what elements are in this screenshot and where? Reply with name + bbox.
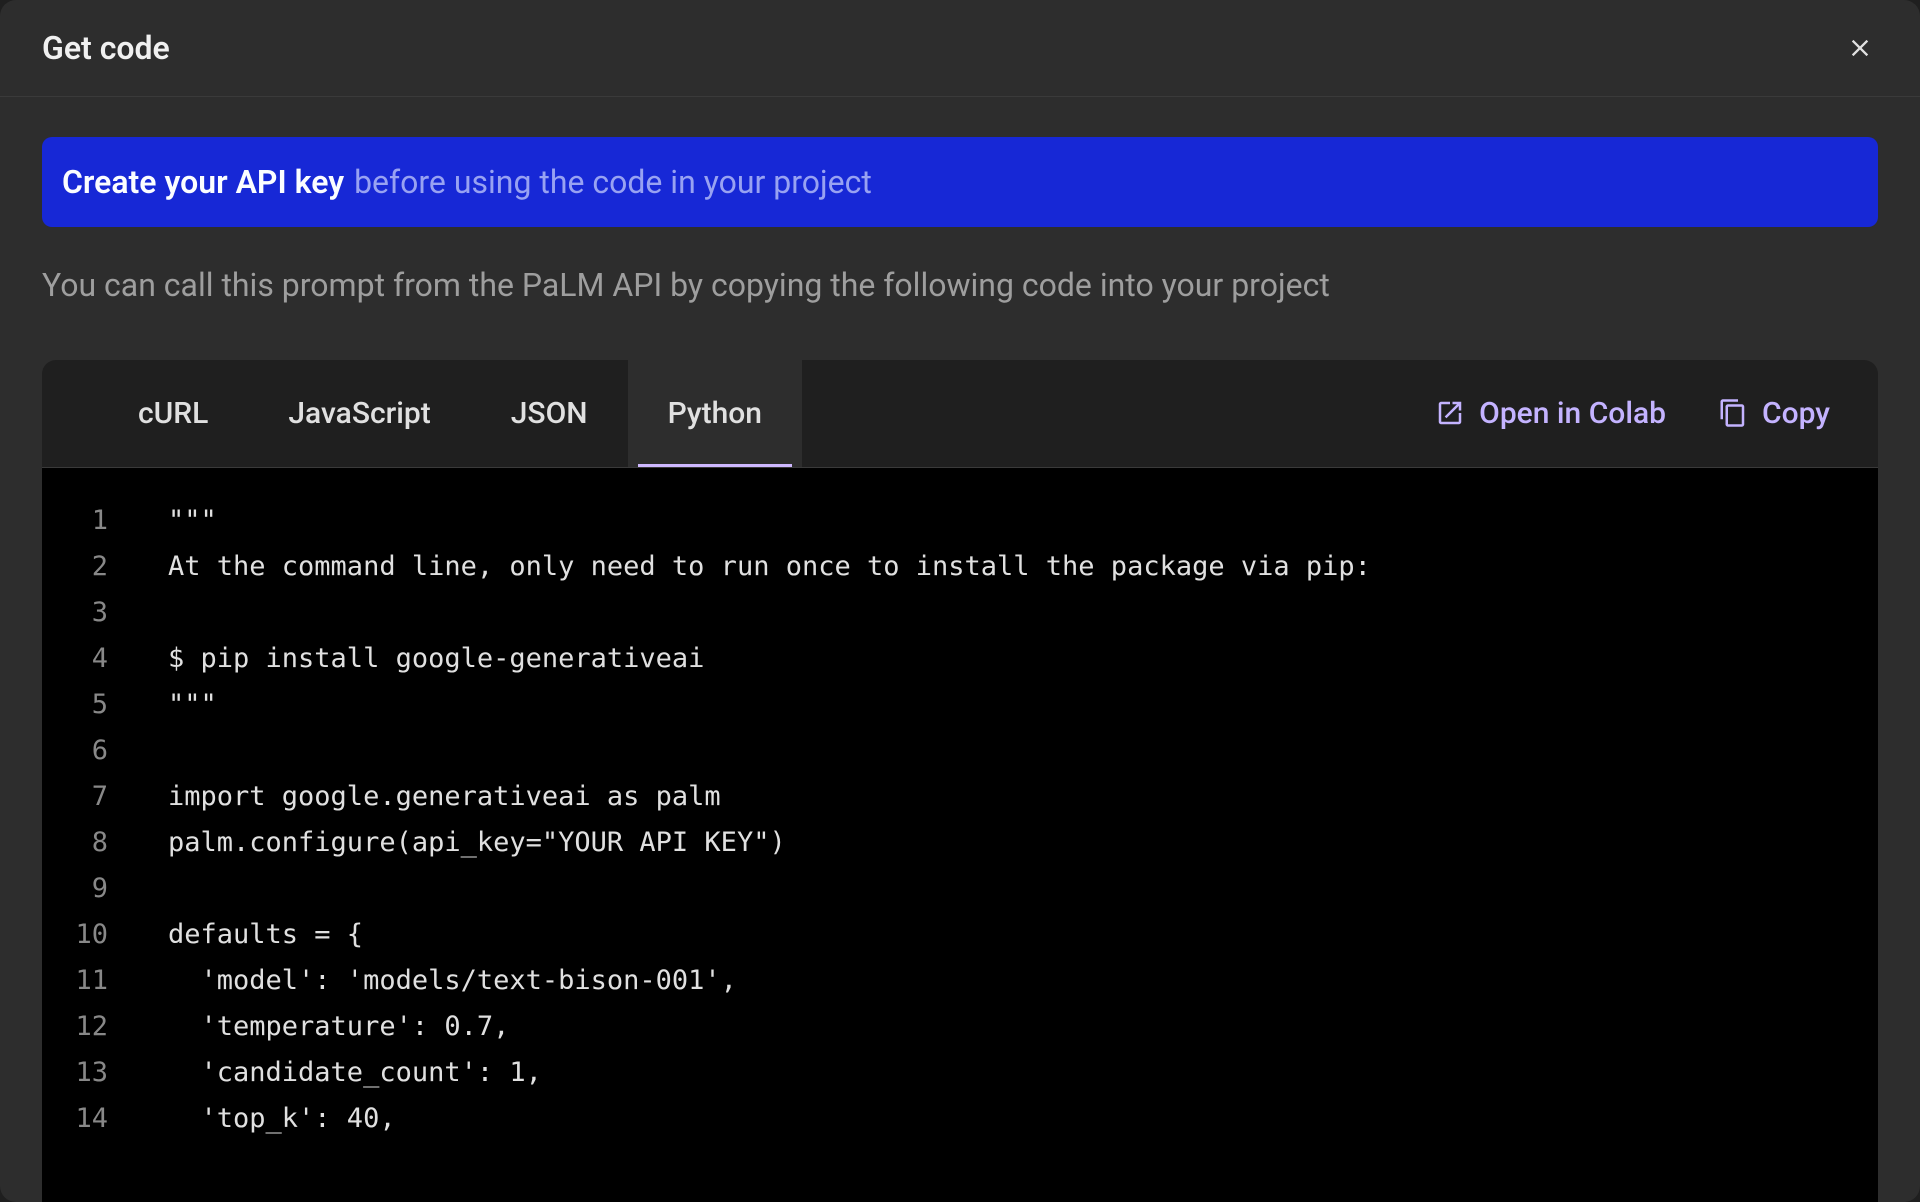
code-scroll: 1"""2At the command line, only need to r… [42,468,1878,1154]
get-code-modal: Get code Create your API key before usin… [0,0,1920,1202]
line-number: 12 [42,1004,138,1050]
line-code: $ pip install google-generativeai [138,636,1878,682]
line-number: 3 [42,590,138,636]
code-body[interactable]: 1"""2At the command line, only need to r… [42,468,1878,1202]
line-number: 1 [42,498,138,544]
copy-button[interactable]: Copy [1718,396,1830,431]
line-code: import google.generativeai as palm [138,774,1878,820]
line-code: 'candidate_count': 1, [138,1050,1878,1096]
line-code [138,728,1878,774]
line-code: defaults = { [138,912,1878,958]
line-number: 4 [42,636,138,682]
line-number: 6 [42,728,138,774]
modal-header: Get code [0,0,1920,97]
line-code: At the command line, only need to run on… [138,544,1878,590]
line-number: 7 [42,774,138,820]
code-line: 13 'candidate_count': 1, [42,1050,1878,1096]
line-code: 'temperature': 0.7, [138,1004,1878,1050]
code-line: 1""" [42,498,1878,544]
banner-text: before using the code in your project [354,163,872,201]
code-line: 7import google.generativeai as palm [42,774,1878,820]
line-number: 8 [42,820,138,866]
line-code: palm.configure(api_key="YOUR API KEY") [138,820,1878,866]
code-line: 9 [42,866,1878,912]
line-number: 2 [42,544,138,590]
code-line: 14 'top_k': 40, [42,1096,1878,1142]
line-code [138,590,1878,636]
api-key-banner[interactable]: Create your API key before using the cod… [42,137,1878,227]
tab-json[interactable]: JSON [471,360,628,467]
create-api-key-link[interactable]: Create your API key [62,163,344,201]
open-in-colab-label: Open in Colab [1479,396,1666,431]
tab-curl[interactable]: cURL [98,360,248,467]
code-line: 3 [42,590,1878,636]
close-icon [1846,34,1874,62]
code-header: cURL JavaScript JSON Python Open in Cola… [42,360,1878,468]
line-code [138,866,1878,912]
open-external-icon [1435,398,1465,428]
line-code: 'top_k': 40, [138,1096,1878,1142]
modal-title: Get code [42,29,170,67]
line-number: 10 [42,912,138,958]
code-line: 4$ pip install google-generativeai [42,636,1878,682]
copy-icon [1718,398,1748,428]
modal-content: Create your API key before using the cod… [0,97,1920,1202]
line-number: 13 [42,1050,138,1096]
code-line: 5""" [42,682,1878,728]
code-line: 10defaults = { [42,912,1878,958]
line-number: 9 [42,866,138,912]
line-code: """ [138,498,1878,544]
line-number: 14 [42,1096,138,1142]
copy-label: Copy [1762,396,1830,431]
code-actions: Open in Colab Copy [1435,360,1830,467]
open-in-colab-button[interactable]: Open in Colab [1435,396,1666,431]
line-code: """ [138,682,1878,728]
line-number: 11 [42,958,138,1004]
code-line: 6 [42,728,1878,774]
code-line: 8palm.configure(api_key="YOUR API KEY") [42,820,1878,866]
tab-python[interactable]: Python [628,360,802,467]
line-code: 'model': 'models/text-bison-001', [138,958,1878,1004]
line-number: 5 [42,682,138,728]
tabs: cURL JavaScript JSON Python [98,360,802,467]
close-button[interactable] [1840,28,1880,68]
code-line: 11 'model': 'models/text-bison-001', [42,958,1878,1004]
tab-javascript[interactable]: JavaScript [248,360,470,467]
code-container: cURL JavaScript JSON Python Open in Cola… [42,360,1878,1202]
description-text: You can call this prompt from the PaLM A… [42,263,1878,308]
code-line: 2At the command line, only need to run o… [42,544,1878,590]
code-line: 12 'temperature': 0.7, [42,1004,1878,1050]
